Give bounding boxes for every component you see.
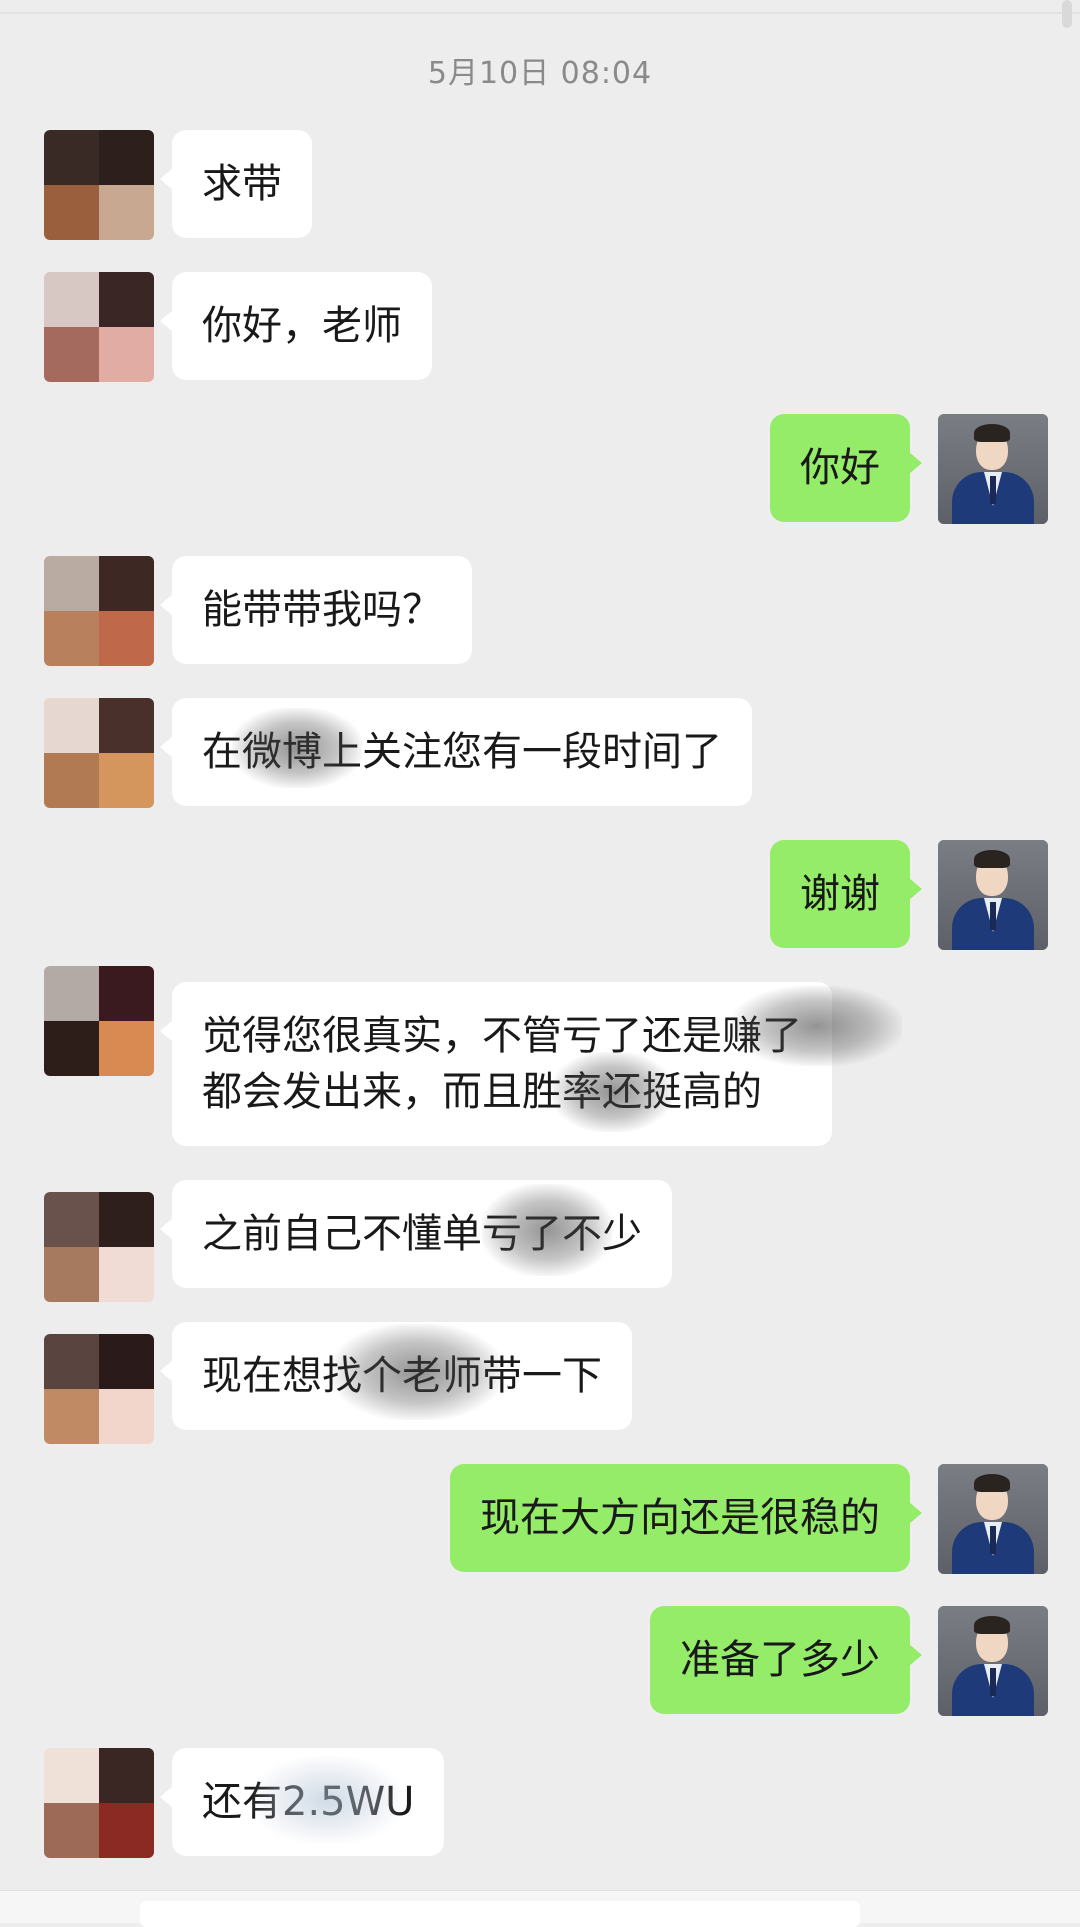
message-input[interactable]: [140, 1901, 860, 1927]
contact-avatar[interactable]: [44, 130, 154, 240]
top-divider: [0, 12, 1080, 14]
message-bubble[interactable]: 还有2.5WU: [159, 1748, 445, 1856]
my-avatar[interactable]: [938, 414, 1048, 524]
message-bubble[interactable]: 你好，老师: [160, 272, 432, 380]
message-text: 之前自己不懂单亏了不少: [202, 1211, 642, 1257]
my-avatar[interactable]: [938, 1464, 1048, 1574]
message-bubble[interactable]: 现在想找个老师带一下: [160, 1322, 632, 1430]
my-avatar[interactable]: [938, 840, 1048, 950]
message-text: 谢谢: [800, 871, 880, 917]
message-bubble[interactable]: 你好: [770, 414, 922, 522]
message-bubble[interactable]: 现在大方向还是很稳的: [450, 1464, 922, 1572]
message-timestamp: 5月10日 08:04: [427, 56, 653, 91]
contact-avatar[interactable]: [44, 966, 154, 1076]
message-text: 现在想找个老师带一下: [202, 1353, 602, 1399]
contact-avatar[interactable]: [44, 1748, 154, 1858]
contact-avatar[interactable]: [44, 556, 154, 666]
contact-avatar[interactable]: [44, 1334, 154, 1444]
message-text: 在微博上关注您有一段时间了: [202, 729, 722, 775]
contact-avatar[interactable]: [44, 698, 154, 808]
input-toolbar: [0, 1890, 1080, 1927]
my-avatar[interactable]: [938, 1606, 1048, 1716]
message-text: 求带: [202, 161, 282, 207]
message-text: 能带带我吗？: [202, 587, 442, 633]
message-text: 你好: [800, 445, 880, 491]
message-bubble[interactable]: 觉得您很真实，不管亏了还是赚了 都会发出来，而且胜率还挺高的: [160, 982, 902, 1146]
message-bubble[interactable]: 能带带我吗？: [160, 556, 472, 664]
contact-avatar[interactable]: [44, 1192, 154, 1302]
message-bubble[interactable]: 谢谢: [770, 840, 922, 948]
message-text: 现在大方向还是很稳的: [480, 1495, 880, 1541]
scrollbar-thumb[interactable]: [1062, 0, 1072, 28]
message-text: 还有2.5WU: [202, 1779, 415, 1825]
message-bubble[interactable]: 之前自己不懂单亏了不少: [160, 1180, 672, 1288]
message-text: 准备了多少: [680, 1637, 880, 1683]
contact-avatar[interactable]: [44, 272, 154, 382]
message-text-line: 觉得您很真实，不管亏了还是赚了: [202, 1013, 802, 1059]
message-bubble[interactable]: 求带: [160, 130, 312, 238]
message-text-line: 都会发出来，而且胜率还挺高的: [202, 1069, 762, 1115]
message-bubble[interactable]: 准备了多少: [650, 1606, 922, 1714]
message-bubble[interactable]: 在微博上关注您有一段时间了: [160, 698, 752, 806]
message-text: 你好，老师: [202, 303, 402, 349]
